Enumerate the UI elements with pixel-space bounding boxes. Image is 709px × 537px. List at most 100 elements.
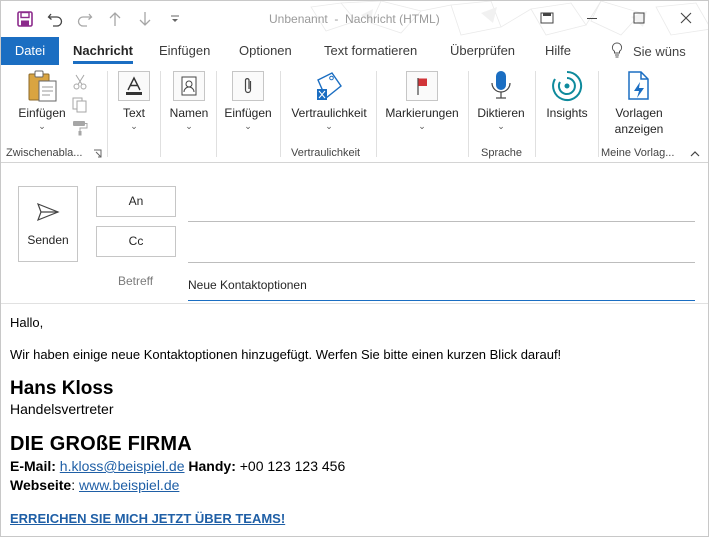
tab-review[interactable]: Überprüfen <box>450 37 515 65</box>
ribbon-tabs: Datei Nachricht Einfügen Optionen Text f… <box>1 37 708 65</box>
signature-web-line: Webseite: www.beispiel.de <box>10 477 179 493</box>
tags-label: Markierungen <box>385 106 459 120</box>
header-body-divider <box>1 303 708 304</box>
insights-label: Insights <box>546 106 588 120</box>
ribbon-separator <box>535 71 536 157</box>
subject-input[interactable] <box>188 265 695 301</box>
names-button[interactable]: Namen ⌄ <box>168 69 210 131</box>
tab-help[interactable]: Hilfe <box>545 37 571 65</box>
chevron-down-icon: ⌄ <box>130 121 138 131</box>
text-button[interactable]: Text ⌄ <box>114 69 154 131</box>
collapse-ribbon-icon[interactable] <box>688 147 702 161</box>
chevron-down-icon: ⌄ <box>497 121 505 131</box>
tell-me-search[interactable]: Sie wüns <box>611 37 686 65</box>
insert-button[interactable]: Einfügen ⌄ <box>223 69 273 131</box>
clipboard-icon <box>25 69 59 103</box>
address-book-icon <box>173 71 205 101</box>
email-link[interactable]: h.kloss@beispiel.de <box>60 458 185 474</box>
signature-company: DIE GROßE FIRMA <box>10 433 192 455</box>
email-label: E-Mail: <box>10 458 56 474</box>
chevron-down-icon: ⌄ <box>325 121 333 131</box>
insert-label: Einfügen <box>224 106 272 120</box>
text-label: Text <box>122 106 145 120</box>
arrow-down-icon[interactable] <box>135 9 155 29</box>
sensitivity-label: Vertraulichkeit <box>291 106 367 120</box>
tab-options[interactable]: Optionen <box>239 37 292 65</box>
greeting-text: Hallo, <box>10 315 44 330</box>
ribbon-separator <box>107 71 108 157</box>
paste-button[interactable]: Einfügen ⌄ <box>15 69 69 131</box>
lightbulb-icon <box>611 41 623 61</box>
send-button[interactable]: Senden <box>18 186 78 262</box>
sensitivity-tag-icon <box>312 69 346 103</box>
redo-icon[interactable] <box>75 9 95 29</box>
sensitivity-button[interactable]: Vertraulichkeit ⌄ <box>289 69 369 131</box>
microphone-icon <box>484 69 518 103</box>
restore-ribbon-icon[interactable] <box>534 6 560 30</box>
paperclip-icon <box>232 71 264 101</box>
tags-button[interactable]: Markierungen ⌄ <box>383 69 461 131</box>
ribbon: Einfügen ⌄ Zwischenabla... Text ⌄ Namen … <box>1 65 708 163</box>
message-text: Wir haben einige neue Kontaktoptionen hi… <box>10 347 562 362</box>
window-title: Unbenannt - Nachricht (HTML) <box>269 12 440 26</box>
to-field[interactable] <box>188 221 695 222</box>
dictate-button[interactable]: Diktieren ⌄ <box>475 69 527 131</box>
text-format-icon-wrap <box>117 69 151 103</box>
ribbon-separator <box>376 71 377 157</box>
speech-group-label: Sprache <box>481 147 522 159</box>
minimize-icon[interactable] <box>579 6 605 30</box>
ribbon-separator <box>468 71 469 157</box>
web-label: Webseite <box>10 477 72 493</box>
clipboard-group-label: Zwischenabla... <box>6 147 83 159</box>
undo-icon[interactable] <box>45 9 65 29</box>
view-templates-button[interactable]: Vorlagen anzeigen <box>607 69 671 137</box>
tab-message[interactable]: Nachricht <box>73 37 133 65</box>
dialog-launcher-icon[interactable] <box>91 147 103 159</box>
ribbon-separator <box>160 71 161 157</box>
chevron-down-icon: ⌄ <box>185 121 193 131</box>
format-painter-icon[interactable] <box>71 119 89 137</box>
phone-label: Handy: <box>188 458 236 474</box>
maximize-icon[interactable] <box>626 6 652 30</box>
ribbon-separator <box>216 71 217 157</box>
dictate-label: Diktieren <box>477 106 525 120</box>
cut-icon[interactable] <box>71 73 89 91</box>
signature-name: Hans Kloss <box>10 378 114 399</box>
web-colon: : <box>71 477 79 493</box>
tab-format-text[interactable]: Text formatieren <box>324 37 417 65</box>
chevron-down-icon: ⌄ <box>38 121 46 131</box>
send-icon <box>36 202 60 225</box>
text-format-icon <box>118 71 150 101</box>
tab-insert[interactable]: Einfügen <box>159 37 210 65</box>
cc-button[interactable]: Cc <box>96 226 176 257</box>
save-icon[interactable] <box>15 9 35 29</box>
ribbon-separator <box>280 71 281 157</box>
title-bar: Unbenannt - Nachricht (HTML) <box>1 1 708 37</box>
sensitivity-group-label: Vertraulichkeit <box>291 147 361 159</box>
ribbon-separator <box>598 71 599 157</box>
chevron-down-icon: ⌄ <box>244 121 252 131</box>
signature-role: Handelsvertreter <box>10 401 114 417</box>
teams-link[interactable]: ERREICHEN SIE MICH JETZT ÜBER TEAMS! <box>10 511 285 526</box>
names-label: Namen <box>169 106 209 120</box>
customize-toolbar-icon[interactable] <box>165 9 185 29</box>
send-label: Senden <box>27 232 69 247</box>
insights-button[interactable]: Insights <box>541 69 593 121</box>
templates-label-line2: anzeigen <box>614 122 664 136</box>
paste-label: Einfügen <box>18 106 66 120</box>
to-button[interactable]: An <box>96 186 176 217</box>
templates-icon <box>622 69 656 103</box>
chevron-down-icon: ⌄ <box>418 121 426 131</box>
templates-group-label: Meine Vorlag... <box>601 147 675 159</box>
cc-field[interactable] <box>188 262 695 263</box>
signature-contact-line: E-Mail: h.kloss@beispiel.de Handy: +00 1… <box>10 458 345 474</box>
insights-icon <box>550 69 584 103</box>
insert-icon-wrap <box>231 69 265 103</box>
tell-me-text: Sie wüns <box>633 43 686 59</box>
tab-file[interactable]: Datei <box>1 37 59 65</box>
outlook-compose-window: Unbenannt - Nachricht (HTML) Datei Nachr… <box>0 0 709 537</box>
web-link[interactable]: www.beispiel.de <box>79 477 179 493</box>
close-icon[interactable] <box>673 6 699 30</box>
copy-icon[interactable] <box>71 96 89 114</box>
arrow-up-icon[interactable] <box>105 9 125 29</box>
